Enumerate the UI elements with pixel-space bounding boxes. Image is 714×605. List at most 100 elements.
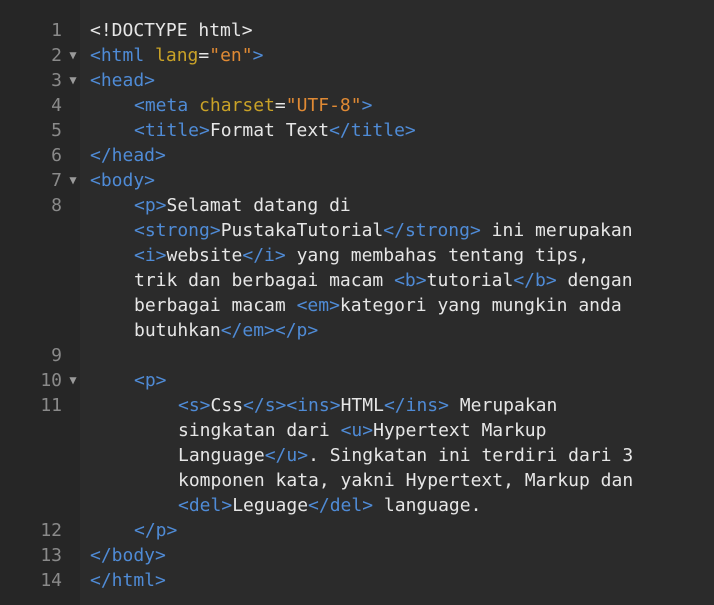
text-token: dengan bbox=[556, 270, 633, 291]
html-tag-token: <strong> bbox=[134, 220, 221, 241]
text-token: = bbox=[274, 95, 286, 116]
text-token: = bbox=[198, 45, 210, 66]
html-tag-token: </b> bbox=[513, 270, 557, 291]
code-line[interactable]: 4 <meta charset="UTF-8"> bbox=[0, 93, 714, 118]
text-token: website bbox=[166, 245, 243, 266]
text-token: <!DOCTYPE html> bbox=[90, 20, 253, 41]
code-line[interactable]: singkatan dari <u>Hypertext Markup bbox=[0, 418, 714, 443]
html-tag-token: </head> bbox=[90, 145, 166, 166]
code-editor[interactable]: 1 <!DOCTYPE html> 2 ▼ <html lang="en"> 3 ▼ <hea… bbox=[0, 0, 714, 605]
html-tag-token: <p> bbox=[134, 195, 167, 216]
line-number: 9 bbox=[51, 345, 62, 366]
html-tag-token: <meta bbox=[134, 95, 200, 116]
line-number: 14 bbox=[40, 570, 62, 591]
text-token: PustakaTutorial bbox=[220, 220, 384, 241]
code-line[interactable]: 2 ▼ <html lang="en"> bbox=[0, 43, 714, 68]
html-tag-token: <u> bbox=[340, 420, 374, 441]
text-token: berbagai macam bbox=[134, 295, 297, 316]
html-tag-token: </i> bbox=[242, 245, 286, 266]
attribute-token: lang bbox=[155, 45, 199, 66]
html-tag-token: </body> bbox=[90, 545, 166, 566]
html-tag-token: </strong> bbox=[383, 220, 481, 241]
fold-arrow-icon[interactable]: ▼ bbox=[66, 368, 80, 393]
code-line[interactable]: 5 <title>Format Text</title> bbox=[0, 118, 714, 143]
html-tag-token: <head> bbox=[90, 70, 156, 91]
code-line[interactable]: trik dan berbagai macam <b>tutorial</b> … bbox=[0, 268, 714, 293]
code-line[interactable]: berbagai macam <em>kategori yang mungkin… bbox=[0, 293, 714, 318]
code-line[interactable]: 1 <!DOCTYPE html> bbox=[0, 18, 714, 43]
html-tag-token: <b> bbox=[394, 270, 427, 291]
text-token: kategori yang mungkin anda bbox=[339, 295, 622, 316]
string-token: "en" bbox=[209, 45, 253, 66]
code-text: <!DOCTYPE html> bbox=[90, 18, 253, 43]
line-number: 3 bbox=[51, 70, 62, 91]
code-text: trik dan berbagai macam <b>tutorial</b> … bbox=[134, 268, 633, 293]
code-text: butuhkan</em></p> bbox=[134, 318, 318, 343]
code-line[interactable]: 11 <s>Css</s><ins>HTML</ins> Merupakan bbox=[0, 393, 714, 418]
text-token: Selamat datang di bbox=[166, 195, 351, 216]
code-text: <del>Leguage</del> language. bbox=[178, 493, 481, 518]
code-line[interactable]: Language</u>. Singkatan ini terdiri dari… bbox=[0, 443, 714, 468]
fold-arrow-icon[interactable]: ▼ bbox=[66, 68, 80, 93]
code-line[interactable]: komponen kata, yakni Hypertext, Markup d… bbox=[0, 468, 714, 493]
text-token: HTML bbox=[340, 395, 384, 416]
line-number: 2 bbox=[51, 45, 62, 66]
code-text: <i>website</i> yang membahas tentang tip… bbox=[134, 243, 589, 268]
text-token: Leguage bbox=[232, 495, 309, 516]
code-line[interactable]: 14 </html> bbox=[0, 568, 714, 593]
text-token: Format Text bbox=[209, 120, 330, 141]
code-text: <strong>PustakaTutorial</strong> ini mer… bbox=[134, 218, 633, 243]
code-line[interactable]: <i>website</i> yang membahas tentang tip… bbox=[0, 243, 714, 268]
line-number: 11 bbox=[40, 395, 62, 416]
html-tag-token: <i> bbox=[134, 245, 167, 266]
code-line[interactable]: 10 ▼ <p> bbox=[0, 368, 714, 393]
code-text: singkatan dari <u>Hypertext Markup bbox=[178, 418, 546, 443]
text-token: trik dan berbagai macam bbox=[134, 270, 395, 291]
html-tag-token: <em> bbox=[296, 295, 340, 316]
code-text: <p> bbox=[134, 368, 167, 393]
line-number: 12 bbox=[40, 520, 62, 541]
code-line[interactable]: 7 ▼ <body> bbox=[0, 168, 714, 193]
fold-arrow-icon[interactable]: ▼ bbox=[66, 168, 80, 193]
code-line[interactable]: 12 </p> bbox=[0, 518, 714, 543]
code-line[interactable]: 3 ▼ <head> bbox=[0, 68, 714, 93]
fold-arrow-icon[interactable]: ▼ bbox=[66, 43, 80, 68]
code-text: <head> bbox=[90, 68, 155, 93]
code-line[interactable]: butuhkan</em></p> bbox=[0, 318, 714, 343]
html-tag-token: </em></p> bbox=[220, 320, 319, 341]
text-token: Merupakan bbox=[448, 395, 558, 416]
code-text: Language</u>. Singkatan ini terdiri dari… bbox=[178, 443, 633, 468]
text-token: tutorial bbox=[426, 270, 514, 291]
text-token: Hypertext Markup bbox=[373, 420, 547, 441]
html-tag-token: <p> bbox=[134, 370, 167, 391]
text-token: yang membahas tentang tips, bbox=[285, 245, 590, 266]
html-tag-token: </html> bbox=[90, 570, 166, 591]
code-line[interactable]: 8 <p>Selamat datang di bbox=[0, 193, 714, 218]
code-text: <html lang="en"> bbox=[90, 43, 263, 68]
code-line[interactable]: <del>Leguage</del> language. bbox=[0, 493, 714, 518]
text-token: singkatan dari bbox=[178, 420, 341, 441]
code-text: </body> bbox=[90, 543, 166, 568]
text-token: Language bbox=[178, 445, 265, 466]
code-text: <s>Css</s><ins>HTML</ins> Merupakan bbox=[178, 393, 557, 418]
code-text: komponen kata, yakni Hypertext, Markup d… bbox=[178, 468, 633, 493]
code-line[interactable]: 9 bbox=[0, 343, 714, 368]
html-tag-token: > bbox=[252, 45, 264, 66]
text-token: Css bbox=[210, 395, 244, 416]
code-text: </html> bbox=[90, 568, 166, 593]
string-token: "UTF-8" bbox=[285, 95, 362, 116]
code-text: </p> bbox=[134, 518, 177, 543]
line-number: 1 bbox=[51, 20, 62, 41]
code-line[interactable]: 13 </body> bbox=[0, 543, 714, 568]
html-tag-token: <body> bbox=[90, 170, 156, 191]
code-line[interactable]: <strong>PustakaTutorial</strong> ini mer… bbox=[0, 218, 714, 243]
html-tag-token: <html bbox=[90, 45, 156, 66]
code-text: berbagai macam <em>kategori yang mungkin… bbox=[134, 293, 622, 318]
code-text: <meta charset="UTF-8"> bbox=[134, 93, 372, 118]
line-number: 13 bbox=[40, 545, 62, 566]
text-token: . Singkatan ini terdiri dari 3 bbox=[308, 445, 634, 466]
text-token: butuhkan bbox=[134, 320, 221, 341]
text-token: ini merupakan bbox=[480, 220, 633, 241]
code-line[interactable]: 6 </head> bbox=[0, 143, 714, 168]
html-tag-token: </del> bbox=[308, 495, 374, 516]
